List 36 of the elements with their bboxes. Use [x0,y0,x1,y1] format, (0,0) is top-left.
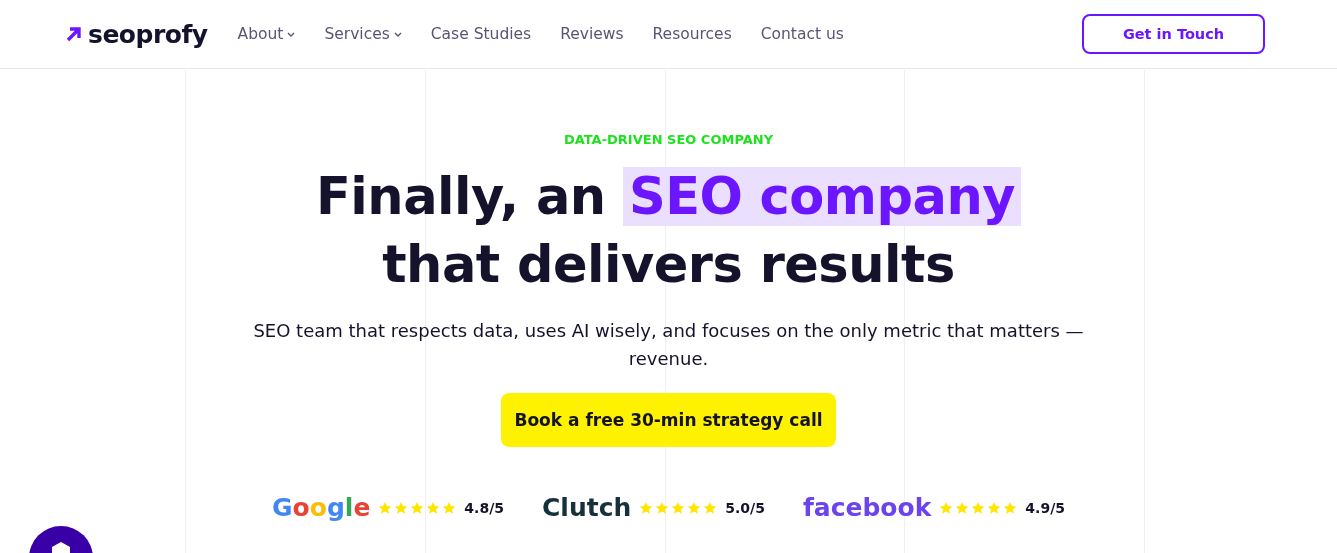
clutch-logo: Clutch [542,493,632,522]
eyebrow-text: DATA-DRIVEN SEO COMPANY [563,132,774,147]
book-call-button[interactable]: Book a free 30-min strategy call [501,393,836,447]
nav-link[interactable]: Services [324,25,402,43]
star-icon [687,500,702,515]
star-icon [955,500,970,515]
star-icon [442,500,457,515]
star-icon [939,500,954,515]
facebook-logo: facebook [802,493,932,522]
nav-link[interactable]: Resources [652,25,732,43]
star-icon [410,500,425,515]
nav-link[interactable]: Contact us [760,25,844,43]
logo-text: seoprofy [88,19,208,49]
star-icon [394,500,409,515]
star-icon [655,500,670,515]
hero-subtitle: SEO team that respects data, uses AI wisely, and focuses on the only metric that matters — revenue. [252,319,1085,371]
star-icon [971,500,986,515]
star-icon [987,500,1002,515]
chevron-down-icon [393,31,402,37]
hero-headline: Finally, an SEO company that delivers results [258,163,1079,299]
google-logo: Google [272,493,371,522]
star-icon [639,500,654,515]
star-icon [1003,500,1018,515]
rating-score: 4.9/5 [1025,499,1065,516]
rating-score: 4.8/5 [464,499,504,516]
star-icon [378,500,393,515]
star-icon [426,500,441,515]
star-icon [703,500,718,515]
nav-link[interactable]: Reviews [560,25,624,43]
star-icon [671,500,686,515]
get-in-touch-button[interactable]: Get in Touch [1082,14,1265,54]
rating-score: 5.0/5 [725,499,765,516]
arrow-icon [65,25,82,43]
chevron-down-icon [287,31,296,37]
nav-link[interactable]: Case Studies [430,25,532,43]
nav-link[interactable]: About [237,25,296,43]
